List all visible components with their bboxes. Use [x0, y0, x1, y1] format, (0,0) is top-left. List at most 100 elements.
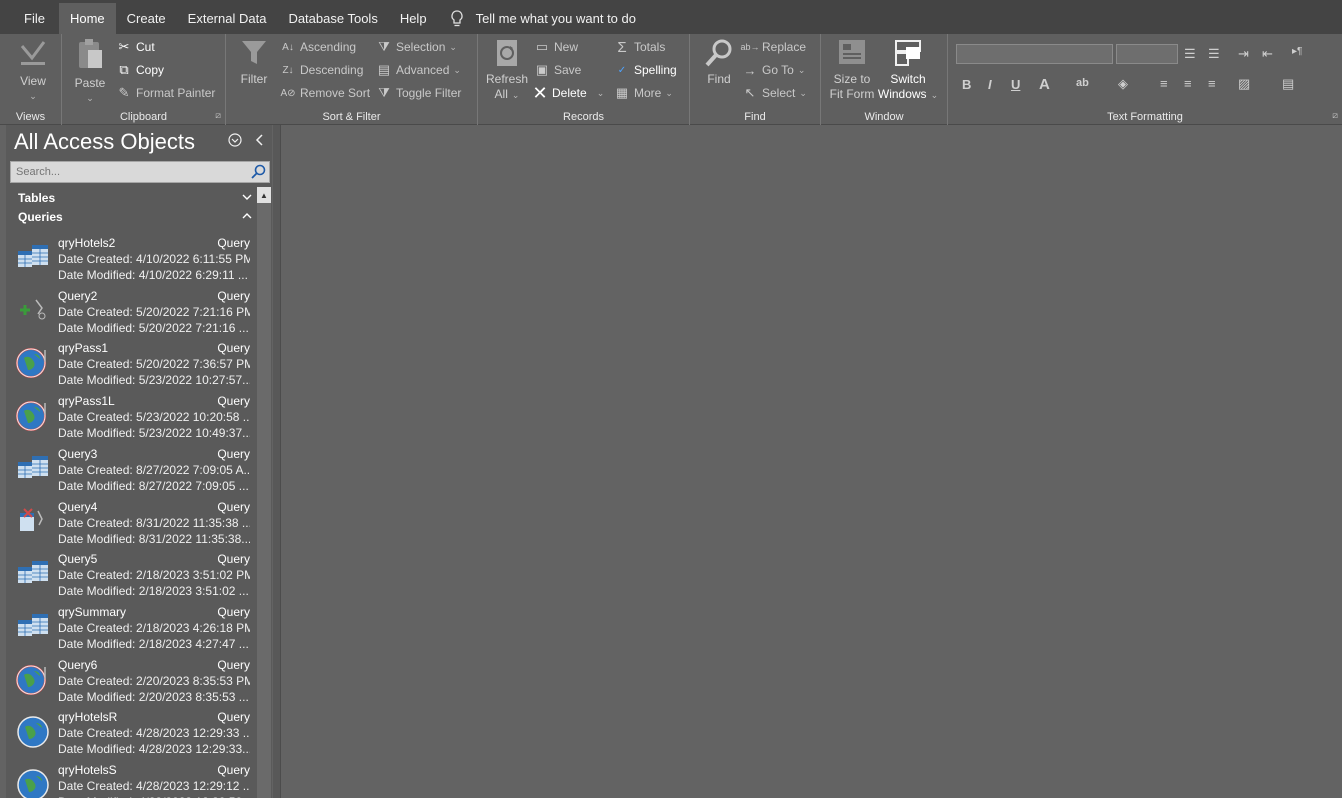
query-name: Query3	[58, 446, 98, 461]
object-type: Query	[217, 499, 250, 514]
bullets-icon[interactable]: ☰	[1184, 46, 1196, 62]
format-painter-button[interactable]: ✎ Format Painter	[116, 83, 216, 103]
font-color-button[interactable]: A	[1039, 76, 1050, 93]
category-tables[interactable]: Tables	[18, 189, 256, 207]
cut-button[interactable]: ✂ Cut	[116, 37, 155, 57]
switch-windows-button[interactable]: Switch Windows ⌄	[877, 38, 939, 103]
select-query-icon	[16, 557, 50, 591]
date-created: Date Created: 2/18/2023 4:26:18 PM	[58, 620, 250, 635]
list-item[interactable]: Query4 Query Date Created: 8/31/2022 11:35…	[10, 499, 256, 552]
tab-home[interactable]: Home	[58, 3, 116, 34]
replace-label: Replace	[762, 40, 807, 54]
object-type: Query	[217, 288, 250, 303]
date-created: Date Created: 2/18/2023 3:51:02 PM	[58, 568, 250, 583]
nav-title: All Access Objects	[14, 129, 195, 154]
descending-button[interactable]: Z↓ Descending	[280, 60, 363, 80]
view-button[interactable]: View ⌄	[10, 38, 56, 104]
select-button[interactable]: ↖ Select ⌄	[742, 83, 807, 103]
list-item[interactable]: qryHotels2 Query Date Created: 4/10/2022 6…	[10, 235, 256, 288]
nav-scrollbar[interactable]: ▲	[257, 187, 271, 798]
chevron-down-icon: ⌄	[665, 87, 673, 98]
advanced-button[interactable]: ▤ Advanced ⌄	[376, 60, 461, 80]
font-name-dropdown[interactable]	[956, 44, 1113, 64]
category-queries[interactable]: Queries	[18, 208, 256, 226]
remove-sort-icon: A⊘	[280, 87, 296, 99]
paragraph-direction-icon[interactable]: ▸¶	[1292, 46, 1302, 57]
spelling-button[interactable]: ✓ Spelling	[614, 60, 677, 80]
nav-menu-chevron-icon[interactable]	[228, 133, 242, 150]
list-item[interactable]: qryHotelsS Query Date Created: 4/28/2023 1…	[10, 762, 256, 798]
query-name: qryHotelsR	[58, 710, 118, 725]
more-button[interactable]: ▦ More ⌄	[614, 83, 673, 103]
date-created: Date Created: 8/27/2022 7:09:05 A...	[58, 462, 250, 477]
align-right-icon[interactable]: ≡	[1208, 76, 1216, 91]
tab-create[interactable]: Create	[116, 3, 177, 34]
remove-sort-button[interactable]: A⊘ Remove Sort	[280, 83, 370, 103]
list-item[interactable]: qryPass1L Query Date Created: 5/23/2022 10…	[10, 393, 256, 446]
find-button[interactable]: Find	[696, 38, 742, 87]
list-item[interactable]: Query3 Query Date Created: 8/27/2022 7:09:…	[10, 446, 256, 499]
tell-me-search[interactable]: Tell me what you want to do	[438, 3, 636, 34]
totals-button[interactable]: Σ Totals	[614, 37, 665, 57]
object-type: Query	[217, 604, 250, 619]
align-left-icon[interactable]: ≡	[1160, 76, 1168, 91]
text-formatting-group-label: Text Formatting	[1107, 111, 1183, 123]
list-item[interactable]: qryPass1 Query Date Created: 5/20/2022 7:3…	[10, 340, 256, 393]
nav-header[interactable]: All Access Objects	[6, 125, 272, 159]
list-item[interactable]: qrySummary Query Date Created: 2/18/2023 4…	[10, 604, 256, 657]
more-grid-icon: ▦	[615, 85, 629, 100]
tab-database-tools[interactable]: Database Tools	[277, 3, 388, 34]
tab-file[interactable]: File	[0, 3, 59, 34]
search-icon[interactable]	[250, 164, 266, 185]
new-record-button[interactable]: ▭ New	[534, 37, 578, 57]
paste-button[interactable]: Paste ⌄	[70, 38, 110, 106]
selection-button[interactable]: ⧩ Selection ⌄	[376, 37, 457, 57]
align-center-icon[interactable]: ≡	[1184, 76, 1192, 91]
shutter-bar-close-icon[interactable]	[255, 133, 265, 150]
globe-query-icon	[16, 715, 50, 749]
refresh-all-button[interactable]: Refresh All ⌄	[484, 38, 530, 103]
list-item[interactable]: Query2 Query Date Created: 5/20/2022 7:21:…	[10, 288, 256, 341]
nav-search-box[interactable]	[10, 161, 270, 183]
save-record-button[interactable]: ▣ Save	[534, 60, 582, 80]
underline-button[interactable]: U	[1011, 77, 1020, 92]
date-modified: Date Modified: 2/20/2023 8:35:53 ...	[58, 689, 249, 704]
nav-pane-splitter[interactable]	[273, 125, 281, 798]
list-item[interactable]: qryHotelsR Query Date Created: 4/28/2023 1…	[10, 709, 256, 762]
select-query-icon	[16, 452, 50, 486]
bold-button[interactable]: B	[962, 77, 971, 92]
toggle-filter-button[interactable]: ⧩ Toggle Filter	[376, 83, 461, 103]
delete-record-button[interactable]: ✕ Delete ⌄	[532, 83, 604, 103]
design-view-icon	[20, 41, 46, 65]
highlight-icon[interactable]: ab	[1076, 77, 1089, 89]
font-size-dropdown[interactable]	[1116, 44, 1178, 64]
size-to-fit-form-button[interactable]: Size to Fit Form	[827, 38, 877, 102]
numbering-icon[interactable]: ☰	[1208, 46, 1220, 62]
list-item[interactable]: Query5 Query Date Created: 2/18/2023 3:51:…	[10, 551, 256, 604]
date-modified: Date Modified: 4/10/2022 6:29:11 ...	[58, 268, 248, 282]
alternate-row-color-icon[interactable]: ▨	[1238, 76, 1250, 92]
tab-help[interactable]: Help	[389, 3, 438, 34]
dialog-launcher-icon[interactable]: ⧄	[215, 110, 221, 121]
replace-button[interactable]: ab→ Replace	[741, 37, 807, 57]
copy-button[interactable]: ⧉ Copy	[116, 60, 164, 80]
group-window: Size to Fit Form Switch Windows ⌄ Window	[821, 34, 948, 125]
italic-button[interactable]: I	[988, 77, 992, 92]
filter-button[interactable]: Filter	[234, 38, 274, 87]
advanced-filter-icon: ▤	[377, 62, 391, 77]
decrease-indent-icon[interactable]: ⇤	[1262, 46, 1273, 62]
tab-external-data[interactable]: External Data	[177, 3, 278, 34]
nav-search-input[interactable]	[11, 162, 241, 182]
increase-indent-icon[interactable]: ⇥	[1238, 46, 1249, 62]
gridlines-icon[interactable]: ▤	[1282, 76, 1294, 92]
query-name: qryPass1L	[58, 394, 115, 409]
dialog-launcher-icon[interactable]: ⧄	[1332, 110, 1338, 121]
date-created: Date Created: 2/20/2023 8:35:53 PM	[58, 673, 250, 688]
category-queries-label: Queries	[18, 210, 63, 224]
goto-button[interactable]: → Go To ⌄	[742, 60, 806, 80]
object-type: Query	[217, 236, 250, 250]
fill-color-icon[interactable]: ◈	[1118, 76, 1128, 92]
ascending-button[interactable]: A↓ Ascending	[280, 37, 356, 57]
list-item[interactable]: Query6 Query Date Created: 2/20/2023 8:35:…	[10, 657, 256, 710]
scroll-up-arrow-icon[interactable]: ▲	[257, 187, 271, 203]
